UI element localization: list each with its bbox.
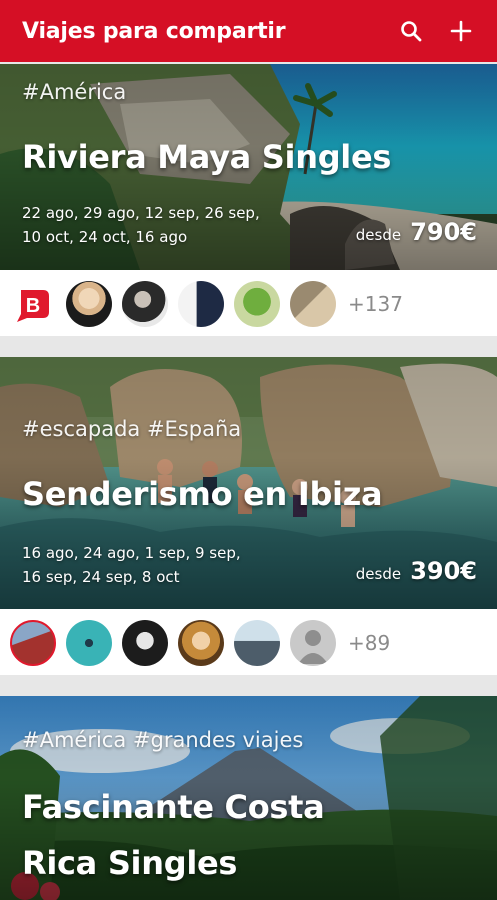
traveler-avatar[interactable] — [122, 620, 168, 666]
search-button[interactable] — [393, 13, 429, 49]
trip-card[interactable]: #América Riviera Maya Singles 22 ago, 29… — [0, 64, 497, 336]
trip-card[interactable]: #escapada #España Senderismo en Ibiza 16… — [0, 357, 497, 675]
trip-title-line: Fascinante Costa — [22, 788, 325, 826]
user-placeholder-icon — [298, 630, 328, 664]
traveler-avatar[interactable] — [10, 620, 56, 666]
default-avatar[interactable] — [290, 620, 336, 666]
traveler-avatar[interactable] — [178, 620, 224, 666]
price-prefix: desde — [355, 565, 402, 583]
trip-price: desde 790€ — [356, 218, 477, 246]
traveler-avatar[interactable] — [234, 620, 280, 666]
add-trip-button[interactable] — [443, 13, 479, 49]
svg-text:B: B — [26, 295, 40, 317]
traveler-avatar[interactable] — [178, 281, 224, 327]
trip-price: desde 390€ — [356, 557, 477, 585]
traveler-avatar[interactable] — [66, 281, 112, 327]
trip-image[interactable]: #América #grandes viajes Fascinante Cost… — [0, 696, 497, 900]
trip-image[interactable]: #escapada #España Senderismo en Ibiza 16… — [0, 357, 497, 609]
traveler-avatar[interactable] — [122, 281, 168, 327]
app-bar: Viajes para compartir — [0, 0, 497, 62]
more-travelers-count[interactable]: +89 — [348, 631, 390, 655]
price-prefix: desde — [355, 226, 402, 244]
traveler-avatar[interactable] — [66, 620, 112, 666]
price-amount: 790€ — [410, 218, 477, 246]
trip-title: Senderismo en Ibiza — [22, 475, 383, 513]
trip-title-line: Rica Singles — [22, 844, 238, 882]
trip-dates: 22 ago, 29 ago, 12 sep, 26 sep, 10 oct, … — [22, 204, 260, 246]
brand-logo: B — [10, 281, 56, 327]
trip-tags: #América — [22, 80, 127, 104]
trip-title: Fascinante Costa Rica Singles — [22, 784, 325, 886]
trip-tags: #escapada #España — [22, 417, 242, 441]
brand-b-icon: B — [17, 290, 49, 322]
travelers-row[interactable]: B +137 — [0, 272, 497, 336]
search-icon — [401, 21, 422, 42]
trip-tags: #América #grandes viajes — [22, 728, 304, 752]
traveler-avatar[interactable] — [234, 281, 280, 327]
price-amount: 390€ — [410, 557, 477, 585]
app-title: Viajes para compartir — [22, 18, 286, 44]
travelers-row[interactable]: +89 — [0, 611, 497, 675]
trip-dates: 16 ago, 24 ago, 1 sep, 9 sep, 16 sep, 24… — [22, 544, 241, 586]
plus-icon — [450, 20, 472, 42]
trip-image[interactable]: #América Riviera Maya Singles 22 ago, 29… — [0, 64, 497, 270]
trip-card[interactable]: #América #grandes viajes Fascinante Cost… — [0, 696, 497, 900]
trip-title: Riviera Maya Singles — [22, 138, 392, 176]
traveler-avatar[interactable] — [290, 281, 336, 327]
more-travelers-count[interactable]: +137 — [348, 292, 403, 316]
